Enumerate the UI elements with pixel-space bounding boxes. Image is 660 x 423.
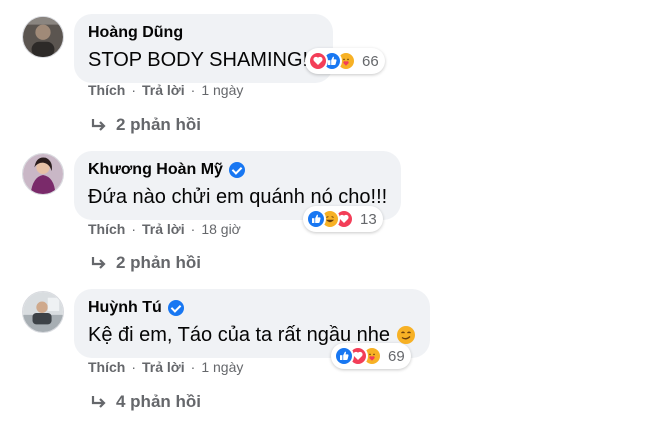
comment-author[interactable]: Khương Hoàn Mỹ [88,160,223,180]
view-replies-button[interactable]: 4 phản hồi [90,392,201,412]
comment-actions: Thích · Trả lời · 18 giờ [88,221,241,237]
like-icon [334,346,354,366]
like-button[interactable]: Thích [88,359,125,375]
reaction-summary[interactable]: 66 [305,48,385,74]
avatar[interactable] [22,291,64,333]
love-icon [308,51,328,71]
reaction-count: 66 [362,52,379,70]
comment-timestamp[interactable]: 1 ngày [201,359,243,375]
replies-label: 2 phản hồi [116,115,201,134]
reaction-summary[interactable]: 13 [303,206,383,232]
reaction-summary[interactable]: 69 [331,343,411,369]
comment-timestamp[interactable]: 1 ngày [201,82,243,98]
avatar[interactable] [22,16,64,58]
comment-actions: Thích · Trả lời · 1 ngày [88,359,244,375]
replies-label: 4 phản hồi [116,392,201,411]
verified-badge-icon [167,300,184,316]
comment-author[interactable]: Huỳnh Tú [88,298,162,318]
reply-arrow-icon [91,396,106,408]
smirk-emoji-icon [397,326,416,344]
comment-bubble: Hoàng Dũng STOP BODY SHAMING!!! [74,14,334,83]
like-button[interactable]: Thích [88,82,125,98]
avatar[interactable] [22,153,64,195]
reply-button[interactable]: Trả lời [142,221,185,237]
comment-text: STOP BODY SHAMING!!! [88,49,320,71]
comment-timestamp[interactable]: 18 giờ [201,221,241,237]
verified-badge-icon [228,162,245,178]
reaction-count: 69 [388,347,405,365]
reply-arrow-icon [91,257,106,269]
comment-author[interactable]: Hoàng Dũng [88,23,183,43]
reply-arrow-icon [91,119,106,131]
comment-actions: Thích · Trả lời · 1 ngày [88,82,244,98]
reply-button[interactable]: Trả lời [142,359,185,375]
view-replies-button[interactable]: 2 phản hồi [90,115,201,135]
reaction-count: 13 [360,210,377,228]
like-button[interactable]: Thích [88,221,125,237]
view-replies-button[interactable]: 2 phản hồi [90,253,201,273]
replies-label: 2 phản hồi [116,253,201,272]
reply-button[interactable]: Trả lời [142,82,185,98]
like-icon [306,209,326,229]
